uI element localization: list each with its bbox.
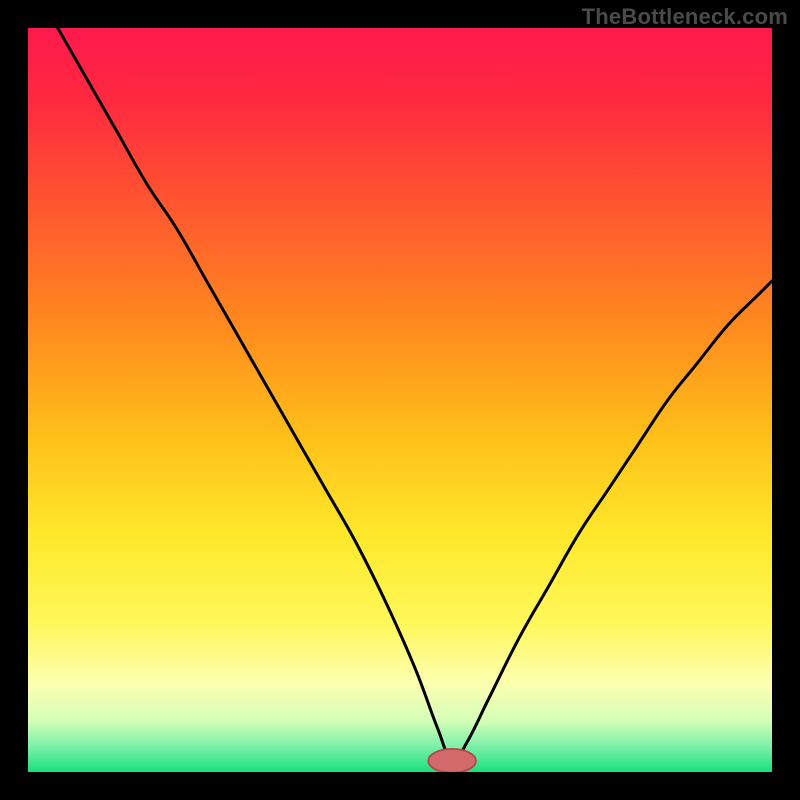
bottleneck-chart xyxy=(28,28,772,772)
watermark-text: TheBottleneck.com xyxy=(582,4,788,30)
plot-area xyxy=(28,28,772,772)
optimal-point-marker xyxy=(428,749,476,772)
gradient-background xyxy=(28,28,772,772)
chart-frame: TheBottleneck.com xyxy=(0,0,800,800)
